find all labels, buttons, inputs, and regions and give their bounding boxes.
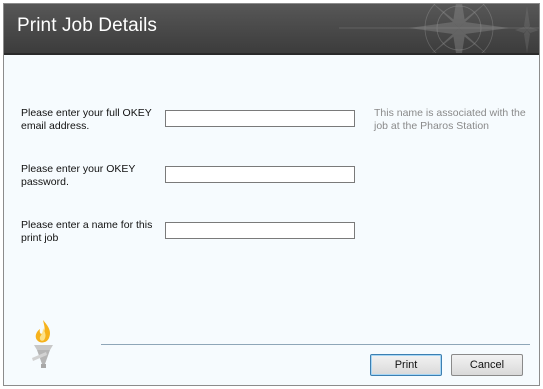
dialog-title: Print Job Details	[17, 15, 158, 36]
password-label: Please enter your OKEY password.	[21, 163, 136, 188]
cancel-button[interactable]: Cancel	[451, 354, 523, 376]
print-job-details-dialog: Print Job Details Please enter your full…	[3, 3, 540, 386]
footer-divider	[101, 344, 530, 345]
job-name-label: Please enter a name for this print job	[21, 219, 153, 244]
job-name-input[interactable]	[165, 222, 355, 239]
password-input[interactable]	[165, 166, 355, 183]
dialog-header: Print Job Details	[4, 4, 539, 53]
torch-logo-icon	[32, 320, 53, 368]
email-input[interactable]	[165, 110, 355, 127]
compass-rose-icon	[339, 4, 539, 53]
print-button[interactable]: Print	[370, 354, 442, 376]
email-hint-text: This name is associated with the job at …	[374, 107, 526, 132]
email-label: Please enter your full OKEY email addres…	[21, 107, 152, 132]
header-divider	[4, 53, 539, 55]
